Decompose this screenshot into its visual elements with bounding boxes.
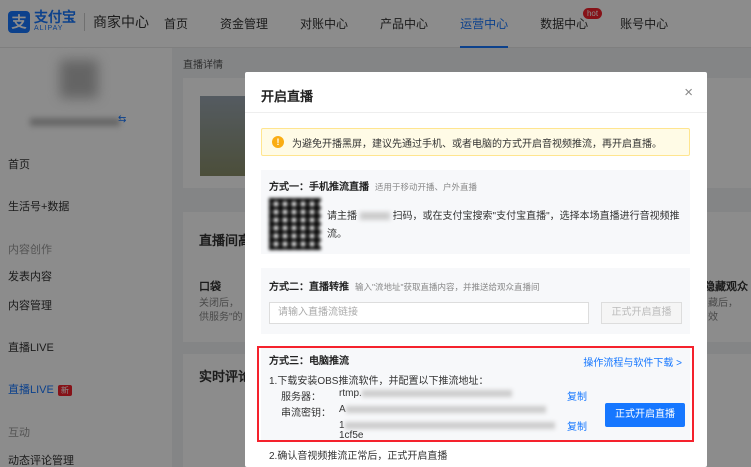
qr-code <box>269 198 321 250</box>
method1-text-a: 请主播 <box>327 211 357 222</box>
method2-subtitle: 输入"流地址"获取直播内容，并推送给观众直播间 <box>355 282 540 292</box>
close-icon[interactable]: × <box>684 84 693 101</box>
anchor-name-redacted <box>359 212 390 221</box>
modal-title: 开启直播 <box>261 89 314 104</box>
stream-url-input[interactable]: 请输入直播流链接 <box>269 302 589 324</box>
method2-title: 方式二：直播转推 <box>269 282 349 293</box>
warning-notice: ! 为避免开播黑屏，建议先通过手机、或者电脑的方式开启音视频推流，再开启直播。 <box>261 128 690 156</box>
start-live-modal: 开启直播 × ! 为避免开播黑屏，建议先通过手机、或者电脑的方式开启音视频推流，… <box>245 72 707 467</box>
method2-section: 方式二：直播转推 输入"流地址"获取直播内容，并推送给观众直播间 请输入直播流链接… <box>261 268 690 334</box>
method2-start-live-button[interactable]: 正式开启直播 <box>601 302 682 324</box>
method1-title: 方式一：手机推流直播 <box>269 182 369 193</box>
modal-header-divider <box>245 112 707 113</box>
warning-text: 为避免开播黑屏，建议先通过手机、或者电脑的方式开启音视频推流，再开启直播。 <box>292 138 662 150</box>
method1-subtitle: 适用于移动开播、户外直播 <box>375 182 478 192</box>
warning-icon: ! <box>272 136 284 148</box>
method1-instructions: 请主播 扫码，或在支付宝搜索"支付宝直播"，选择本场直播进行音视频推流。 <box>327 208 682 244</box>
method2-heading: 方式二：直播转推 输入"流地址"获取直播内容，并推送给观众直播间 <box>269 278 540 293</box>
method3-highlight-frame <box>257 346 694 442</box>
method1-heading: 方式一：手机推流直播 适用于移动开播、户外直播 <box>269 178 477 193</box>
method1-section: 方式一：手机推流直播 适用于移动开播、户外直播 请主播 扫码，或在支付宝搜索"支付… <box>261 170 690 254</box>
method3-step2: 2.确认音视频推流正常后，正式开启直播 <box>269 451 448 462</box>
